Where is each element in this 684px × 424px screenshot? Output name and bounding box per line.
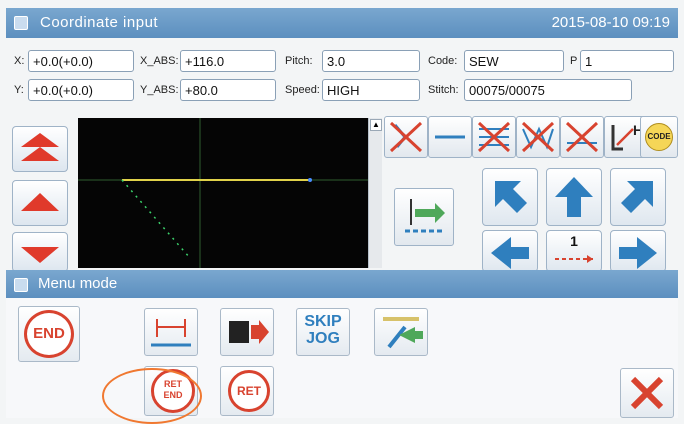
delete-stitch-icon	[389, 121, 423, 153]
move-up-left-button[interactable]	[482, 168, 538, 226]
speed-down-button[interactable]	[12, 232, 68, 272]
p-field[interactable]: 1	[580, 50, 674, 72]
y-abs-field[interactable]: +80.0	[180, 79, 276, 101]
code-field[interactable]: SEW	[464, 50, 564, 72]
jog-path	[121, 179, 191, 259]
y-abs-label: Y_ABS:	[140, 84, 179, 96]
window-icon	[14, 16, 28, 30]
skip-jog-icon: SKIP JOG	[297, 313, 349, 347]
line-icon	[435, 135, 465, 139]
menu-icon	[14, 278, 28, 292]
code-button[interactable]: CODE	[640, 116, 678, 158]
pitch-icon	[151, 319, 191, 347]
zigzag-delete-icon	[521, 121, 555, 153]
speed-control-column	[8, 126, 68, 274]
y-field[interactable]: +0.0(+0.0)	[28, 79, 134, 101]
pitch-label: Pitch:	[285, 55, 313, 67]
x-abs-field[interactable]: +116.0	[180, 50, 276, 72]
y-label: Y:	[14, 84, 24, 96]
speed-fast-up-button[interactable]	[12, 126, 68, 172]
x-label: X:	[14, 55, 25, 67]
move-right-button[interactable]	[610, 230, 666, 272]
ret-button[interactable]: RET	[220, 366, 274, 416]
chip-transfer-icon	[229, 320, 269, 344]
needle-point	[308, 178, 312, 182]
menu-panel: END SKIP JOG RET END RET	[6, 298, 678, 424]
needle-adjust-button[interactable]	[374, 308, 428, 356]
speed-up-button[interactable]	[12, 180, 68, 226]
delete-multi-stitch-button[interactable]	[472, 116, 516, 158]
arrow-right-icon	[619, 237, 657, 269]
code-icon: CODE	[645, 123, 673, 151]
highlight-circle	[102, 368, 202, 424]
arrow-up-left-icon	[495, 181, 527, 213]
double-up-arrow-icon	[21, 133, 59, 161]
arrow-left-icon	[491, 237, 529, 269]
move-up-button[interactable]	[546, 168, 602, 226]
scroll-up-arrow[interactable]: ▲	[370, 119, 382, 131]
x-abs-label: X_ABS:	[140, 55, 179, 67]
pattern-preview[interactable]	[78, 118, 370, 268]
window-title: Coordinate input	[40, 14, 159, 31]
line-input-button[interactable]	[428, 116, 472, 158]
jog-label: JOG	[306, 330, 340, 347]
arrow-up-icon	[555, 177, 593, 217]
delete-zigzag-button[interactable]	[516, 116, 560, 158]
skip-label: SKIP	[304, 313, 342, 330]
speed-label: Speed:	[285, 84, 320, 96]
skip-jog-button[interactable]: SKIP JOG	[296, 308, 350, 356]
pitch-field[interactable]: 3.0	[322, 50, 420, 72]
end-button[interactable]: END	[18, 306, 80, 362]
menu-title: Menu mode	[38, 275, 118, 292]
delete-point-button[interactable]	[560, 116, 604, 158]
stitch-label: Stitch:	[428, 84, 459, 96]
memory-transfer-button[interactable]	[220, 308, 274, 356]
stitch-field[interactable]: 00075/00075	[464, 79, 632, 101]
delete-stitch-button[interactable]	[384, 116, 428, 158]
move-left-button[interactable]	[482, 230, 538, 272]
end-icon: END	[24, 310, 74, 358]
menu-bar: Menu mode	[6, 270, 678, 298]
pitch-setting-button[interactable]	[144, 308, 198, 356]
point-delete-icon	[565, 121, 599, 153]
p-label: P	[570, 55, 578, 67]
needle-adjust-icon	[383, 317, 423, 349]
ret-icon: RET	[228, 370, 270, 412]
speed-field[interactable]: HIGH	[322, 79, 420, 101]
needle-position-button[interactable]	[394, 188, 454, 246]
down-arrow-icon	[21, 247, 59, 263]
datetime: 2015-08-10 09:19	[551, 14, 670, 31]
delete-multi-icon	[477, 121, 511, 153]
arrow-up-right-icon	[621, 181, 653, 213]
step-count: 1	[570, 233, 578, 249]
move-up-right-button[interactable]	[610, 168, 666, 226]
up-arrow-icon	[21, 193, 59, 211]
preview-scrollbar[interactable]: ▲	[368, 118, 382, 268]
code-label: Code:	[428, 55, 458, 67]
stitch-path-drawing	[78, 118, 370, 268]
single-step-button[interactable]: 1	[546, 230, 602, 272]
needle-icon	[405, 199, 445, 233]
close-button[interactable]	[620, 368, 674, 418]
x-field[interactable]: +0.0(+0.0)	[28, 50, 134, 72]
close-icon	[630, 376, 664, 410]
title-bar: Coordinate input 2015-08-10 09:19	[6, 8, 678, 38]
